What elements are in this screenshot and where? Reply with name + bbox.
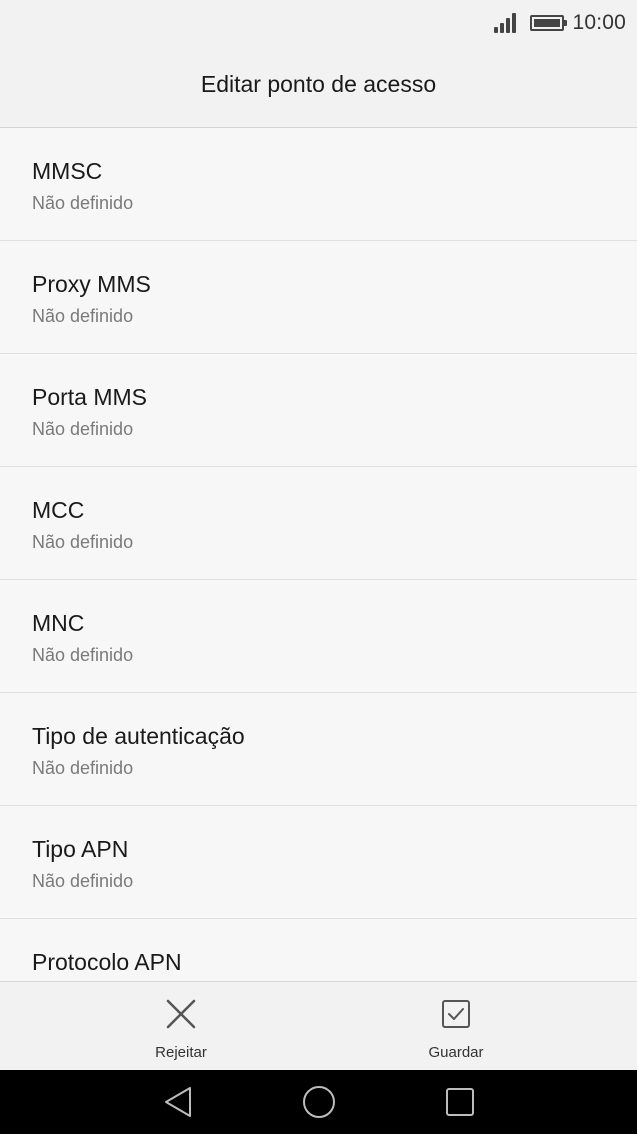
- list-item-value: Não definido: [32, 532, 134, 552]
- battery-icon: [530, 15, 568, 31]
- list-item-value: Não definido: [32, 419, 134, 439]
- list-item-mcc[interactable]: MCC Não definido: [0, 467, 637, 580]
- list-item-mmsc[interactable]: MMSC Não definido: [0, 128, 637, 241]
- checkbox-icon: [442, 1000, 470, 1028]
- list-item-tipo-apn[interactable]: Tipo APN Não definido: [0, 806, 637, 919]
- status-time: 10:00: [572, 11, 626, 34]
- page-title: Editar ponto de acesso: [200, 71, 437, 97]
- list-item-protocolo-apn[interactable]: Protocolo APN: [0, 919, 637, 981]
- list-item-value: Não definido: [32, 758, 134, 778]
- list-item-title: MCC: [32, 497, 85, 523]
- list-item-title: Tipo de autenticação: [32, 723, 245, 749]
- list-item-value: Não definido: [32, 193, 134, 213]
- list-item-value: Não definido: [32, 645, 134, 665]
- list-item-title: MMSC: [32, 158, 103, 184]
- list-item-proxy-mms[interactable]: Proxy MMS Não definido: [0, 241, 637, 354]
- list-item-value: Não definido: [32, 306, 134, 326]
- list-item-title: Tipo APN: [32, 836, 129, 862]
- list-item-title: Proxy MMS: [32, 271, 151, 297]
- list-item-title: Protocolo APN: [32, 949, 182, 975]
- save-button[interactable]: Guardar: [376, 982, 536, 1070]
- signal-icon: [494, 13, 518, 33]
- app-bar: Editar ponto de acesso: [0, 46, 637, 128]
- bottom-toolbar: Rejeitar Guardar: [0, 981, 637, 1070]
- reject-label: Rejeitar: [155, 1044, 207, 1061]
- status-indicators: 10:00: [494, 10, 626, 36]
- list-item-title: MNC: [32, 610, 85, 636]
- close-icon: [166, 999, 196, 1029]
- list-item-porta-mms[interactable]: Porta MMS Não definido: [0, 354, 637, 467]
- list-item-tipo-autenticacao[interactable]: Tipo de autenticação Não definido: [0, 693, 637, 806]
- home-circle-icon[interactable]: [301, 1084, 337, 1120]
- list-item-title: Porta MMS: [32, 384, 148, 410]
- back-triangle-icon[interactable]: [160, 1084, 196, 1120]
- reject-button[interactable]: Rejeitar: [101, 982, 261, 1070]
- recents-square-icon[interactable]: [442, 1084, 478, 1120]
- status-bar: 10:00: [0, 0, 637, 46]
- settings-list[interactable]: MMSC Não definido Proxy MMS Não definido…: [0, 128, 637, 981]
- list-item-mnc[interactable]: MNC Não definido: [0, 580, 637, 693]
- navigation-bar: [0, 1070, 637, 1134]
- save-label: Guardar: [428, 1044, 484, 1061]
- list-item-value: Não definido: [32, 871, 134, 891]
